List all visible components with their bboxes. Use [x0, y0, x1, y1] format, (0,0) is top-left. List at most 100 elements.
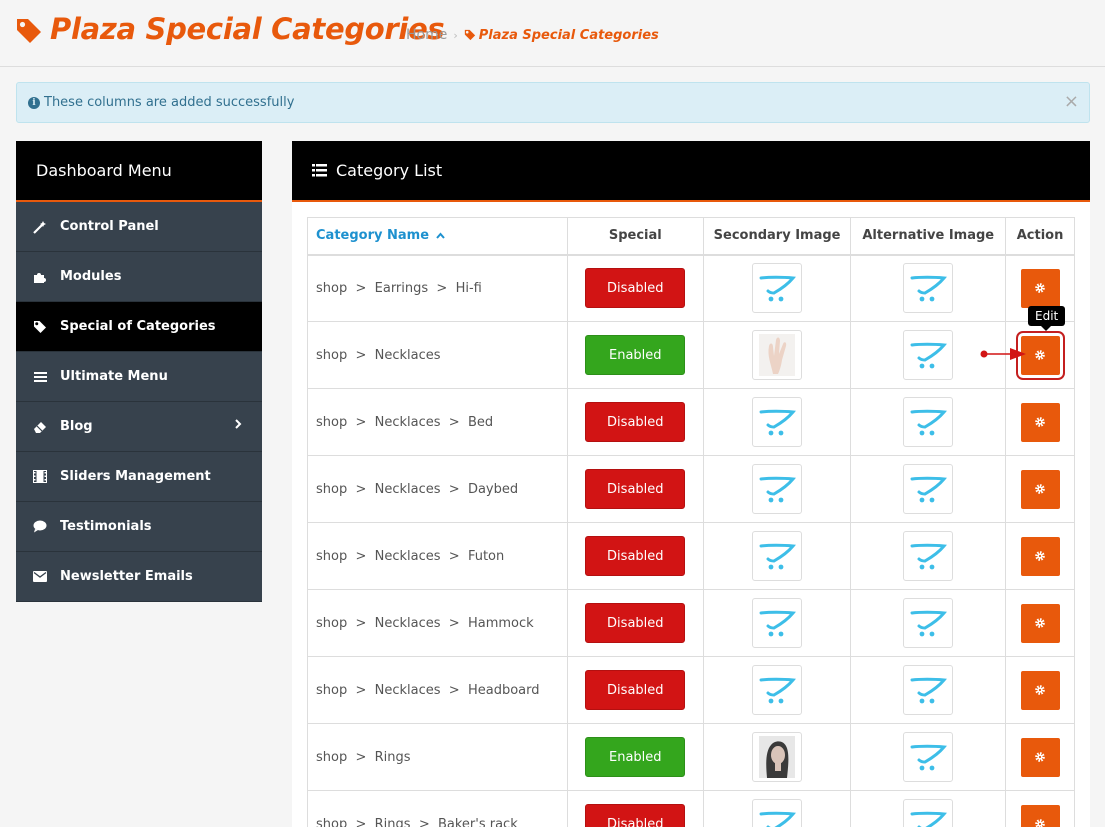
table-row: shop > Necklaces > Headboard Disabled — [307, 656, 1075, 724]
breadcrumb: Home › Plaza Special Categories — [406, 27, 659, 43]
table-row: shop > Earrings > Hi-fi Disabled — [307, 254, 1075, 322]
sidebar-item-newsletter-emails[interactable]: Newsletter Emails — [16, 552, 262, 602]
gear-icon — [1034, 349, 1046, 361]
special-status-button[interactable]: Disabled — [585, 670, 686, 710]
special-status-button[interactable]: Disabled — [585, 536, 686, 576]
special-status-button[interactable]: Disabled — [585, 268, 686, 309]
secondary-image-cell — [702, 388, 852, 456]
category-name: shop > Necklaces > Daybed — [316, 481, 519, 497]
alert-close-button[interactable]: × — [1064, 92, 1079, 112]
envelope-icon — [32, 569, 48, 585]
secondary-image-thumbnail[interactable] — [752, 531, 803, 581]
secondary-image-thumbnail[interactable] — [752, 598, 803, 648]
column-label: Category Name — [316, 228, 430, 244]
tag-icon — [32, 319, 48, 335]
alert-message: These columns are added successfully — [44, 95, 295, 110]
alternative-image-thumbnail[interactable] — [903, 263, 954, 314]
secondary-image-cell — [702, 656, 852, 724]
category-name-cell: shop > Rings > Baker's rack — [307, 790, 568, 827]
alternative-image-thumbnail[interactable] — [903, 732, 954, 782]
alternative-image-thumbnail[interactable] — [903, 531, 954, 581]
success-alert: i These columns are added successfully × — [16, 82, 1090, 123]
alternative-image-thumbnail[interactable] — [903, 799, 954, 827]
alternative-image-thumbnail[interactable] — [903, 464, 954, 514]
secondary-image-thumbnail[interactable] — [752, 397, 803, 447]
edit-button[interactable] — [1020, 737, 1060, 777]
breadcrumb-home-link[interactable]: Home — [406, 27, 447, 43]
table-header-row: Category Name Special Secondary Image Al… — [307, 217, 1075, 256]
gear-icon — [1034, 416, 1046, 428]
edit-button[interactable] — [1020, 536, 1060, 576]
special-status-button[interactable]: Disabled — [585, 603, 686, 643]
category-name: shop > Necklaces > Hammock — [316, 615, 534, 631]
edit-button[interactable] — [1020, 804, 1060, 827]
sidebar-item-label: Sliders Management — [60, 469, 211, 484]
sidebar-item-modules[interactable]: Modules — [16, 252, 262, 302]
edit-button[interactable] — [1020, 670, 1060, 710]
page-header: Plaza Special Categories Home › Plaza Sp… — [0, 0, 1105, 67]
table-row: shop > Rings > Baker's rack Disabled — [307, 790, 1075, 827]
sidebar-item-testimonials[interactable]: Testimonials — [16, 502, 262, 552]
secondary-image-thumbnail[interactable] — [752, 732, 803, 782]
sidebar-item-sliders-management[interactable]: Sliders Management — [16, 452, 262, 502]
gear-icon — [1034, 751, 1046, 763]
sort-ascending-icon — [435, 228, 445, 243]
column-header-category-name[interactable]: Category Name — [307, 217, 568, 256]
secondary-image-thumbnail[interactable] — [752, 263, 803, 314]
puzzle-icon — [32, 269, 48, 285]
category-table: Category Name Special Secondary Image Al… — [307, 217, 1075, 827]
category-name: shop > Necklaces > Bed — [316, 414, 494, 430]
sidebar-item-blog[interactable]: Blog — [16, 402, 262, 452]
alternative-image-cell — [850, 589, 1007, 657]
secondary-image-cell — [702, 790, 852, 827]
special-status-button[interactable]: Enabled — [585, 335, 686, 375]
sidebar-item-control-panel[interactable]: Control Panel — [16, 202, 262, 252]
secondary-image-cell — [702, 589, 852, 657]
alternative-image-cell — [850, 254, 1007, 322]
magic-wand-icon — [32, 219, 48, 235]
secondary-image-thumbnail[interactable] — [752, 665, 803, 715]
special-status-button[interactable]: Disabled — [585, 804, 686, 827]
chevron-right-icon — [234, 418, 242, 434]
special-status-button[interactable]: Disabled — [585, 402, 686, 442]
sidebar-item-label: Blog — [60, 419, 93, 434]
sidebar-item-special-of-categories[interactable]: Special of Categories — [16, 302, 262, 352]
category-name-cell: shop > Necklaces > Futon — [307, 522, 568, 590]
secondary-image-thumbnail[interactable] — [752, 799, 803, 827]
action-cell — [1005, 723, 1075, 791]
alternative-image-cell — [850, 522, 1007, 590]
edit-button[interactable] — [1020, 268, 1060, 308]
secondary-image-thumbnail[interactable] — [752, 330, 803, 380]
sidebar-title: Dashboard Menu — [16, 141, 262, 202]
gear-icon — [1034, 617, 1046, 629]
sidebar-item-ultimate-menu[interactable]: Ultimate Menu — [16, 352, 262, 402]
sidebar-item-label: Control Panel — [60, 219, 159, 234]
alternative-image-thumbnail[interactable] — [903, 330, 954, 380]
edit-button[interactable] — [1020, 603, 1060, 643]
edit-button[interactable] — [1020, 402, 1060, 442]
special-status-button[interactable]: Enabled — [585, 737, 686, 777]
secondary-image-cell — [702, 723, 852, 791]
special-cell: Disabled — [566, 589, 704, 657]
alternative-image-cell — [850, 790, 1007, 827]
alternative-image-cell — [850, 723, 1007, 791]
column-header-action: Action — [1005, 217, 1075, 256]
alternative-image-cell — [850, 388, 1007, 456]
category-name-cell: shop > Rings — [307, 723, 568, 791]
secondary-image-thumbnail[interactable] — [752, 464, 803, 514]
alternative-image-thumbnail[interactable] — [903, 665, 954, 715]
category-name: shop > Earrings > Hi-fi — [316, 280, 482, 296]
alternative-image-cell — [850, 455, 1007, 523]
alternative-image-thumbnail[interactable] — [903, 598, 954, 648]
breadcrumb-current[interactable]: Plaza Special Categories — [464, 28, 659, 43]
info-circle-icon: i — [28, 96, 40, 109]
special-status-button[interactable]: Disabled — [585, 469, 686, 509]
table-row: shop > Necklaces Enabled — [307, 321, 1075, 389]
action-cell — [1005, 790, 1075, 827]
alternative-image-thumbnail[interactable] — [903, 397, 954, 447]
gear-icon — [1034, 550, 1046, 562]
action-cell — [1005, 656, 1075, 724]
breadcrumb-separator: › — [453, 28, 458, 42]
edit-button[interactable] — [1020, 469, 1060, 509]
panel-title: Category List — [336, 161, 443, 180]
